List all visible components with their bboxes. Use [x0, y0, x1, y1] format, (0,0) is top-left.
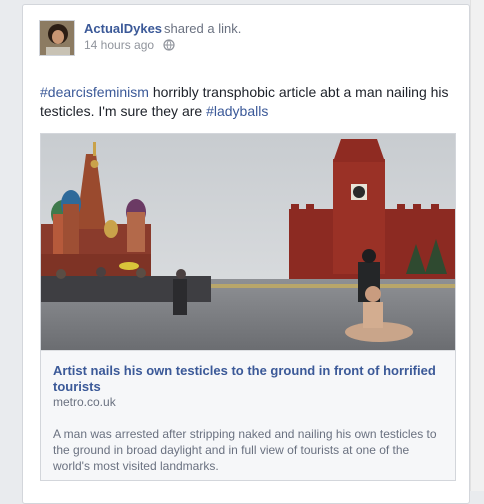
- link-preview-image[interactable]: [41, 134, 455, 350]
- link-preview-footer[interactable]: Artist nails his own testicles to the gr…: [41, 350, 455, 480]
- globe-icon[interactable]: [163, 38, 175, 51]
- page-scrollbar[interactable]: [470, 0, 484, 491]
- avatar[interactable]: [39, 20, 75, 56]
- feed-story: ActualDykes shared a link. 14 hours ago …: [22, 4, 470, 504]
- hashtag-dearcisfeminism[interactable]: #dearcisfeminism: [40, 84, 149, 100]
- link-description: A man was arrested after stripping naked…: [53, 427, 437, 473]
- link-title[interactable]: Artist nails his own testicles to the gr…: [53, 363, 448, 395]
- shared-link-preview[interactable]: Artist nails his own testicles to the gr…: [40, 133, 456, 481]
- author-name[interactable]: ActualDykes: [84, 21, 162, 36]
- hashtag-ladyballs[interactable]: #ladyballs: [206, 103, 268, 119]
- post-timestamp[interactable]: 14 hours ago: [84, 38, 154, 52]
- avatar-photo: [40, 21, 74, 55]
- link-domain: metro.co.uk: [53, 395, 116, 409]
- story-action: shared a link.: [164, 21, 242, 36]
- post-message: #dearcisfeminism horribly transphobic ar…: [40, 83, 450, 121]
